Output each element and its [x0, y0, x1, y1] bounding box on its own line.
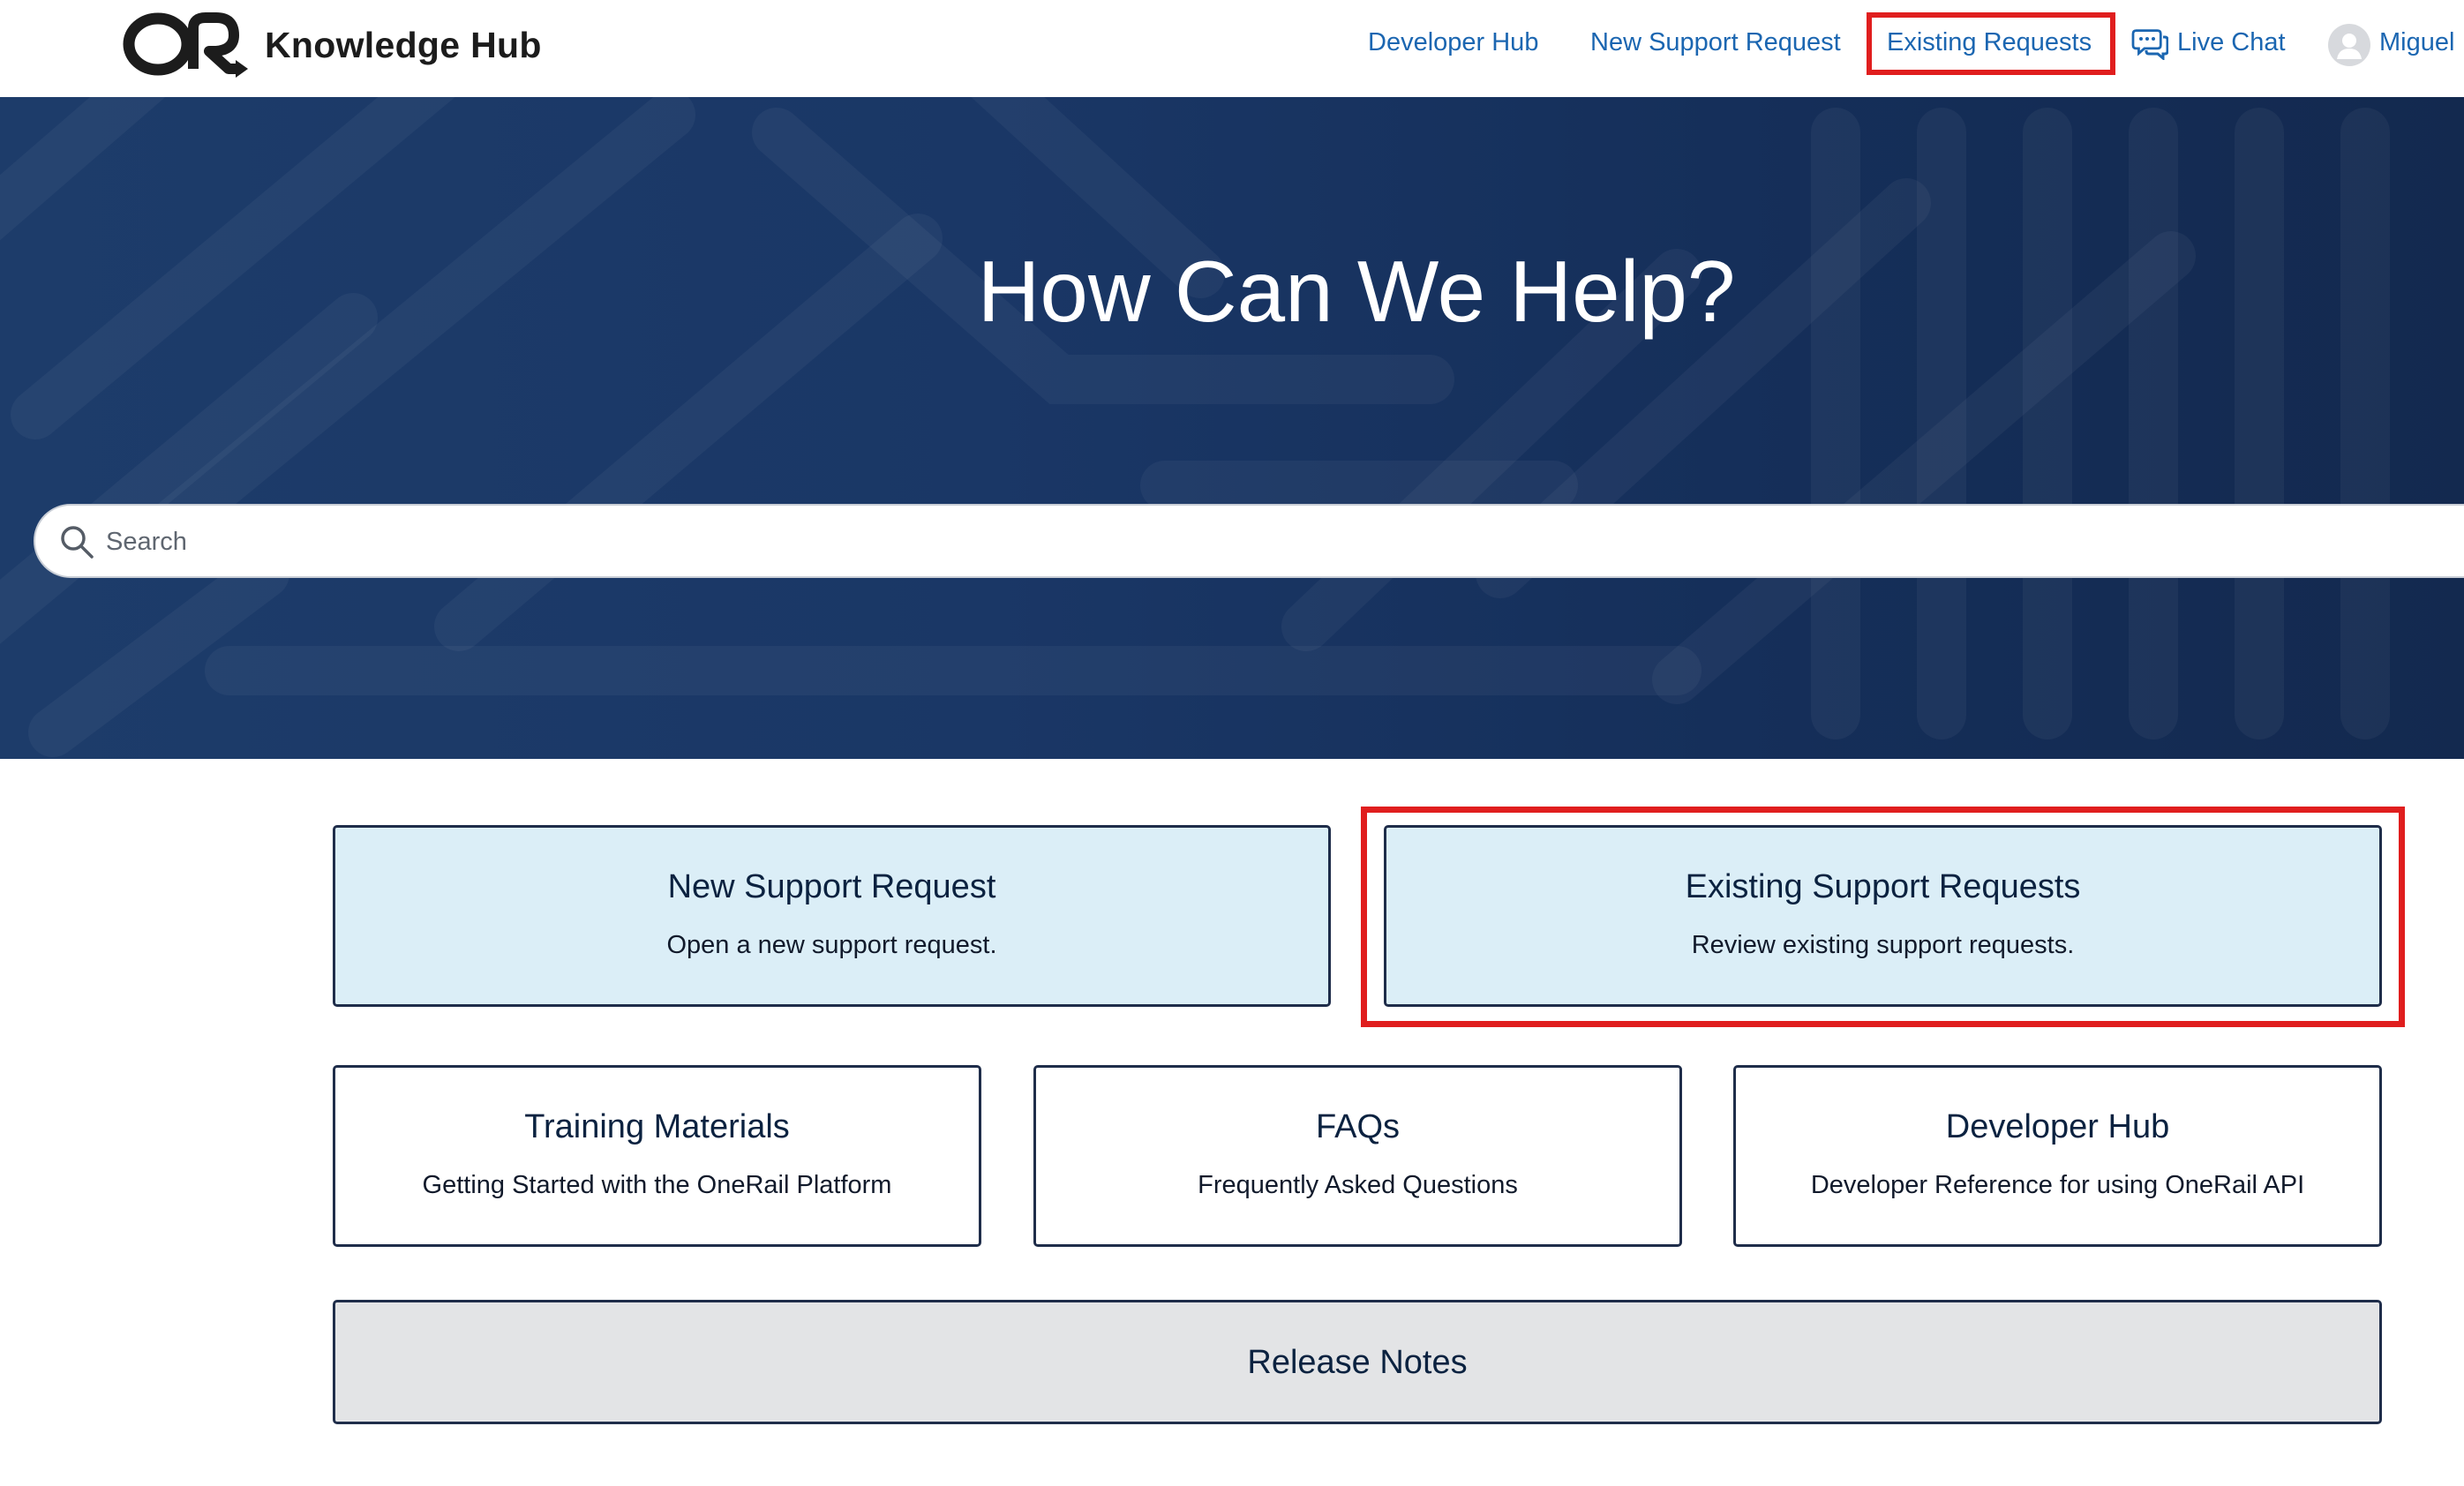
brand-title[interactable]: Knowledge Hub: [265, 23, 542, 67]
card-title: New Support Request: [667, 868, 996, 905]
user-avatar-icon[interactable]: [2328, 24, 2370, 66]
card-description: Frequently Asked Questions: [1198, 1171, 1518, 1199]
card-description: Open a new support request.: [666, 931, 997, 959]
onerail-logo-icon[interactable]: [121, 7, 249, 81]
card-title: Developer Hub: [1945, 1108, 2170, 1145]
search-input[interactable]: [106, 518, 2400, 566]
training-materials-card[interactable]: Training Materials Getting Started with …: [333, 1065, 981, 1247]
nav-highlight-box: [1867, 12, 2115, 75]
new-support-request-card[interactable]: New Support Request Open a new support r…: [333, 825, 1331, 1007]
release-notes-card[interactable]: Release Notes: [333, 1300, 2382, 1424]
card-title: Training Materials: [524, 1108, 790, 1145]
faqs-card[interactable]: FAQs Frequently Asked Questions: [1033, 1065, 1682, 1247]
card-title: Existing Support Requests: [1685, 868, 2081, 905]
card-description: Getting Started with the OneRail Platfor…: [422, 1171, 892, 1199]
developer-hub-card[interactable]: Developer Hub Developer Reference for us…: [1733, 1065, 2382, 1247]
card-description: Review existing support requests.: [1691, 931, 2075, 959]
nav-developer-hub[interactable]: Developer Hub: [1368, 25, 1538, 60]
search-icon: [61, 526, 94, 559]
search-bar[interactable]: [34, 504, 2464, 578]
hero-background-pattern: [0, 97, 2390, 757]
card-title: Release Notes: [1247, 1344, 1468, 1381]
card-description: Developer Reference for using OneRail AP…: [1810, 1171, 2305, 1199]
card-title: FAQs: [1315, 1108, 1401, 1145]
hero-banner: How Can We Help?: [0, 97, 2464, 759]
nav-user-name[interactable]: Miguel: [2379, 25, 2454, 60]
chat-bubbles-icon[interactable]: [2131, 26, 2168, 60]
nav-live-chat[interactable]: Live Chat: [2177, 25, 2286, 60]
hero-title: How Can We Help?: [977, 243, 1736, 340]
site-header: Knowledge Hub Developer Hub New Support …: [0, 0, 2464, 97]
nav-new-support-request[interactable]: New Support Request: [1590, 25, 1841, 60]
existing-support-requests-card[interactable]: Existing Support Requests Review existin…: [1384, 825, 2382, 1007]
